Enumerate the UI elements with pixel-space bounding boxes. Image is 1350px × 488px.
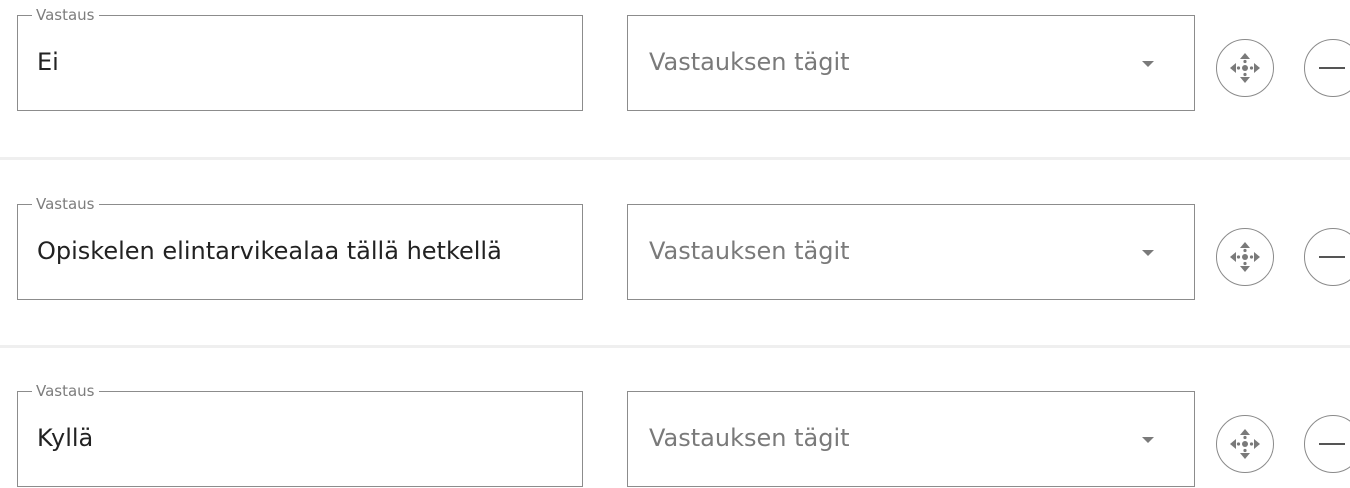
caret-down-icon[interactable] [1142,437,1154,443]
answer-tags-select[interactable]: Vastauksen tägit [627,204,1195,300]
answer-field[interactable]: Vastaus Ei [17,5,583,111]
caret-down-icon[interactable] [1142,61,1154,67]
minus-icon [1319,443,1345,445]
answer-tags-placeholder: Vastauksen tägit [649,48,850,76]
answer-field-label: Vastaus [32,194,99,214]
move-arrows-icon [1230,53,1260,83]
caret-down-icon[interactable] [1142,250,1154,256]
minus-icon [1319,256,1345,258]
answer-field-value[interactable]: Kyllä [37,420,93,456]
answer-field-label: Vastaus [32,5,99,25]
answer-tags-select[interactable]: Vastauksen tägit [627,15,1195,111]
move-arrows-icon [1230,429,1260,459]
answer-tags-select[interactable]: Vastauksen tägit [627,391,1195,487]
answer-field-value[interactable]: Ei [37,44,59,80]
remove-answer-button[interactable] [1304,228,1350,286]
answer-field[interactable]: Vastaus Opiskelen elintarvikealaa tällä … [17,194,583,300]
answer-field-value[interactable]: Opiskelen elintarvikealaa tällä hetkellä [37,233,502,269]
answer-field-label: Vastaus [32,381,99,401]
divider [0,157,1350,160]
remove-answer-button[interactable] [1304,415,1350,473]
move-answer-button[interactable] [1216,39,1274,97]
divider [0,345,1350,348]
move-answer-button[interactable] [1216,415,1274,473]
remove-answer-button[interactable] [1304,39,1350,97]
minus-icon [1319,67,1345,69]
answer-field[interactable]: Vastaus Kyllä [17,381,583,487]
move-arrows-icon [1230,242,1260,272]
answer-tags-placeholder: Vastauksen tägit [649,424,850,452]
move-answer-button[interactable] [1216,228,1274,286]
answer-tags-placeholder: Vastauksen tägit [649,237,850,265]
